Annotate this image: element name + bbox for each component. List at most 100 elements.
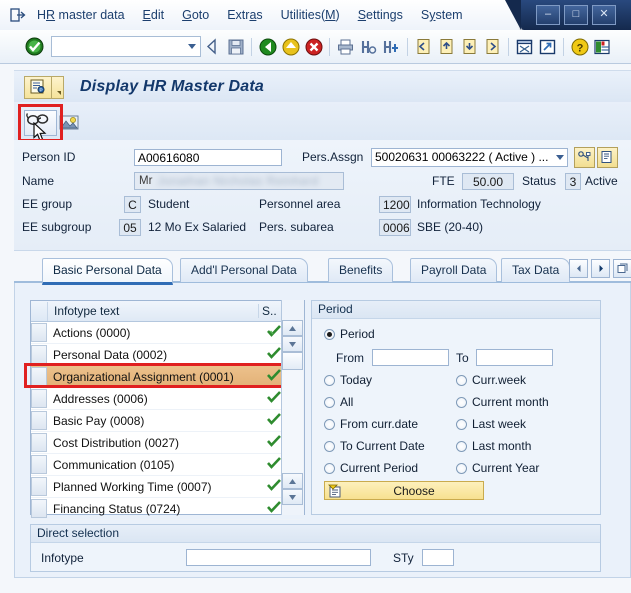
row-select-checkbox[interactable] bbox=[31, 367, 47, 386]
table-row[interactable]: Actions (0000) bbox=[31, 322, 304, 344]
radio-all[interactable]: All bbox=[324, 395, 353, 409]
radio-last-month[interactable]: Last month bbox=[456, 439, 531, 453]
scroll-down-icon[interactable] bbox=[282, 336, 303, 352]
transaction-icon[interactable]: P bbox=[24, 75, 52, 99]
radio-last-week[interactable]: Last week bbox=[456, 417, 526, 431]
close-button[interactable]: ✕ bbox=[592, 5, 616, 25]
maximize-button[interactable]: □ bbox=[564, 5, 588, 25]
scrollbar-track[interactable] bbox=[282, 370, 303, 473]
chevron-down-icon[interactable] bbox=[188, 44, 196, 49]
print-icon[interactable] bbox=[335, 36, 356, 57]
scroll-up-bottom-icon[interactable] bbox=[282, 473, 303, 489]
help-icon[interactable]: ? bbox=[569, 36, 590, 57]
next-page-icon[interactable] bbox=[459, 36, 480, 57]
assignment-overview-button[interactable] bbox=[597, 146, 618, 168]
sty-input[interactable] bbox=[421, 549, 454, 566]
choose-button[interactable]: Choose bbox=[324, 481, 484, 500]
radio-current-year[interactable]: Current Year bbox=[456, 461, 539, 475]
radio-indicator[interactable] bbox=[324, 462, 335, 474]
radio-indicator[interactable] bbox=[324, 440, 335, 452]
table-row-selected[interactable]: Organizational Assignment (0001) bbox=[31, 366, 304, 388]
row-select-checkbox[interactable] bbox=[31, 389, 47, 408]
table-row[interactable]: Personal Data (0002) bbox=[31, 344, 304, 366]
table-row[interactable]: Communication (0105) bbox=[31, 454, 304, 476]
select-all-column[interactable] bbox=[31, 301, 48, 321]
table-row[interactable]: Cost Distribution (0027) bbox=[31, 432, 304, 454]
title-dropdown-button[interactable] bbox=[52, 75, 64, 99]
radio-indicator[interactable] bbox=[456, 462, 467, 474]
radio-current-month[interactable]: Current month bbox=[456, 395, 549, 409]
tab-addl-personal-data[interactable]: Add'l Personal Data bbox=[180, 258, 308, 282]
tab-benefits[interactable]: Benefits bbox=[328, 258, 394, 282]
tab-basic-personal-data[interactable]: Basic Personal Data bbox=[42, 258, 173, 285]
menu-item-extras[interactable]: Extras bbox=[218, 4, 271, 26]
row-select-checkbox[interactable] bbox=[31, 323, 47, 342]
radio-indicator[interactable] bbox=[456, 396, 467, 408]
radio-to-current-date[interactable]: To Current Date bbox=[324, 439, 425, 453]
row-select-checkbox[interactable] bbox=[31, 499, 47, 518]
menu-item-goto[interactable]: Goto bbox=[173, 4, 218, 26]
enter-checkmark-icon[interactable] bbox=[25, 37, 45, 57]
radio-current-period[interactable]: Current Period bbox=[324, 461, 418, 475]
assignment-search-button[interactable] bbox=[574, 146, 595, 168]
previous-page-icon[interactable] bbox=[436, 36, 457, 57]
menu-item-edit[interactable]: Edit bbox=[134, 4, 174, 26]
find-icon[interactable] bbox=[358, 36, 379, 57]
scroll-down-bottom-icon[interactable] bbox=[282, 489, 303, 505]
infotype-scrollbar[interactable] bbox=[281, 300, 304, 515]
radio-curr-week[interactable]: Curr.week bbox=[456, 373, 526, 387]
exit-icon[interactable] bbox=[8, 6, 28, 24]
cancel-red-icon[interactable] bbox=[303, 36, 324, 57]
name-field[interactable]: Mr Jonathan Nicholas Reinhard bbox=[134, 172, 344, 190]
tab-list-icon[interactable] bbox=[613, 259, 631, 278]
new-window-icon[interactable] bbox=[514, 36, 535, 57]
from-input[interactable] bbox=[372, 349, 449, 366]
row-select-checkbox[interactable] bbox=[31, 477, 47, 496]
radio-indicator[interactable] bbox=[324, 328, 335, 340]
command-input[interactable] bbox=[52, 38, 176, 55]
scroll-left-icon[interactable] bbox=[569, 259, 588, 278]
radio-indicator[interactable] bbox=[324, 396, 335, 408]
table-row[interactable]: Financing Status (0724) bbox=[31, 498, 304, 520]
back-arrow-icon[interactable] bbox=[202, 36, 223, 57]
radio-indicator[interactable] bbox=[456, 418, 467, 430]
create-shortcut-icon[interactable] bbox=[537, 36, 558, 57]
radio-period[interactable]: Period bbox=[324, 327, 375, 341]
table-row[interactable]: Addresses (0006) bbox=[31, 388, 304, 410]
pers-assgn-dropdown[interactable]: 50020631 00063222 ( Active ) ... bbox=[371, 147, 568, 167]
radio-today[interactable]: Today bbox=[324, 373, 372, 387]
command-field[interactable] bbox=[51, 36, 201, 57]
menu-item-hr-master-data[interactable]: HR master data bbox=[28, 4, 134, 26]
scroll-up-icon[interactable] bbox=[282, 320, 303, 336]
radio-indicator[interactable] bbox=[456, 440, 467, 452]
table-row[interactable]: Basic Pay (0008) bbox=[31, 410, 304, 432]
last-page-icon[interactable] bbox=[482, 36, 503, 57]
radio-from-curr-date[interactable]: From curr.date bbox=[324, 417, 418, 431]
radio-indicator[interactable] bbox=[456, 374, 467, 386]
chevron-down-icon[interactable] bbox=[556, 154, 564, 160]
first-page-icon[interactable] bbox=[413, 36, 434, 57]
menu-item-utilities[interactable]: Utilities(M) bbox=[272, 4, 349, 26]
scroll-right-icon[interactable] bbox=[591, 259, 610, 278]
row-select-checkbox[interactable] bbox=[31, 411, 47, 430]
tab-payroll-data[interactable]: Payroll Data bbox=[410, 258, 498, 282]
scrollbar-thumb[interactable] bbox=[282, 352, 303, 370]
exit-yellow-icon[interactable] bbox=[280, 36, 301, 57]
row-select-checkbox[interactable] bbox=[31, 455, 47, 474]
table-row[interactable]: Planned Working Time (0007) bbox=[31, 476, 304, 498]
find-next-icon[interactable] bbox=[381, 36, 402, 57]
tab-tax-data[interactable]: Tax Data bbox=[501, 258, 571, 282]
back-green-icon[interactable] bbox=[257, 36, 278, 57]
person-id-field[interactable]: A00616080 bbox=[134, 148, 282, 166]
infotype-input[interactable] bbox=[186, 549, 371, 566]
radio-indicator[interactable] bbox=[324, 418, 335, 430]
radio-indicator[interactable] bbox=[324, 374, 335, 386]
menu-item-settings[interactable]: Settings bbox=[349, 4, 412, 26]
row-select-checkbox[interactable] bbox=[31, 433, 47, 452]
save-icon[interactable] bbox=[225, 36, 246, 57]
minimize-button[interactable]: – bbox=[536, 5, 560, 25]
to-input[interactable] bbox=[475, 349, 553, 366]
column-header-infotype-text[interactable]: Infotype text bbox=[48, 304, 258, 318]
row-select-checkbox[interactable] bbox=[31, 345, 47, 364]
customize-layout-icon[interactable] bbox=[592, 36, 613, 57]
